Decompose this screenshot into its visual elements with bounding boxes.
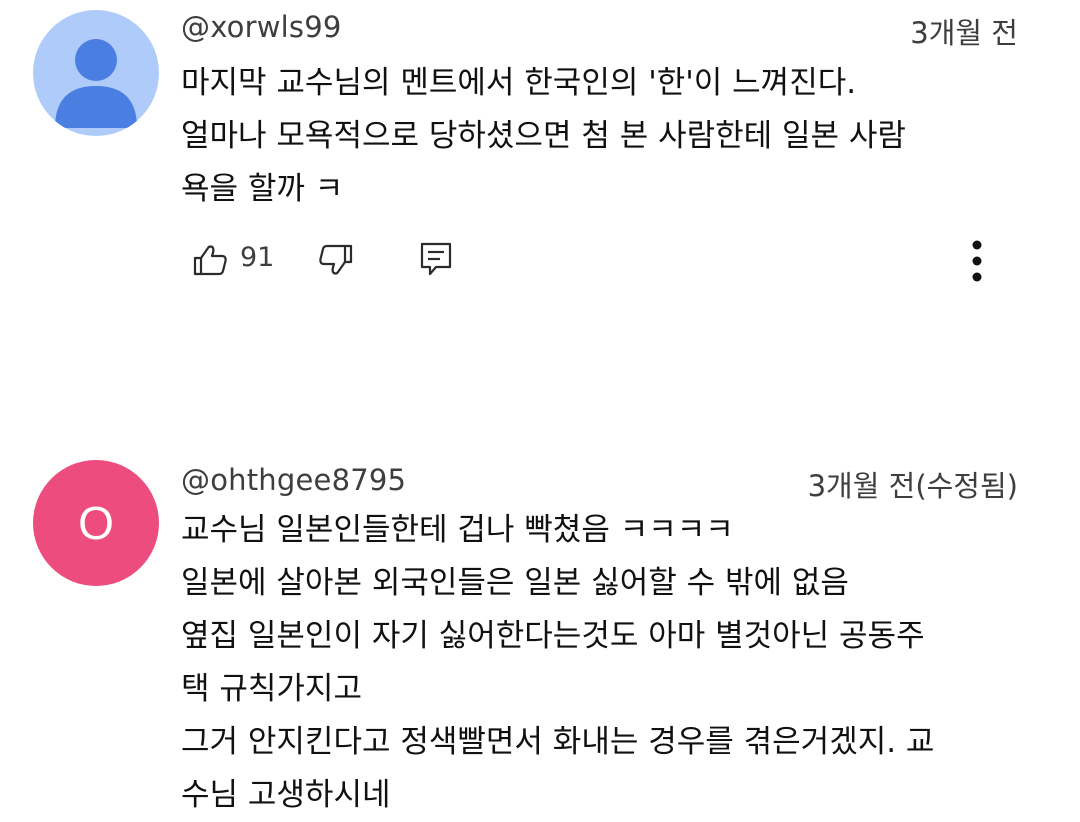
default-person-icon	[55, 39, 137, 128]
like-button[interactable]	[190, 240, 230, 280]
comment-text-line: 옆집 일본인이 자기 싫어한다는것도 아마 별것아닌 공동주	[181, 618, 925, 654]
more-vertical-icon	[972, 240, 982, 282]
comment-text: 마지막 교수님의 멘트에서 한국인의 '한'이 느껴진다. 얼마나 모욕적으로 …	[181, 57, 1051, 216]
avatar[interactable]: O	[33, 460, 159, 586]
comment-text-line: 일본에 살아본 외국인들은 일본 싫어할 수 밖에 없음	[181, 565, 849, 601]
comment-author[interactable]: @ohthgee8795	[181, 463, 406, 497]
comment-timestamp[interactable]: 3개월 전(수정됨)	[808, 463, 1018, 505]
comment-text-line: 그거 안지킨다고 정색빨면서 화내는 경우를 겪은거겠지. 교	[181, 724, 935, 760]
comment-text-line: 마지막 교수님의 멘트에서 한국인의 '한'이 느껴진다.	[181, 65, 857, 101]
dislike-button[interactable]	[316, 240, 356, 280]
comment-item: @xorwls99 3개월 전 마지막 교수님의 멘트에서 한국인의 '한'이 …	[0, 0, 1080, 330]
avatar[interactable]	[33, 10, 159, 136]
comment-text-line: 수님 고생하시네	[181, 777, 391, 813]
comment-author[interactable]: @xorwls99	[181, 10, 342, 44]
thumbs-up-icon	[193, 245, 227, 276]
comment-item: O @ohthgee8795 3개월 전(수정됨) 교수님 일본인들한테 겁나 …	[0, 455, 1080, 813]
avatar-letter: O	[78, 497, 114, 549]
thumbs-down-icon	[319, 244, 353, 275]
more-options-button[interactable]	[955, 236, 999, 286]
comment-timestamp[interactable]: 3개월 전	[910, 10, 1018, 52]
comment-text-line: 욕을 할까 ㅋ	[181, 171, 344, 207]
reply-icon	[420, 242, 452, 276]
reply-button[interactable]	[416, 239, 456, 279]
comment-text-line: 얼마나 모욕적으로 당하셨으면 첨 본 사람한테 일본 사람	[181, 118, 906, 154]
comment-text-line: 교수님 일본인들한테 겁나 빡쳤음 ㅋㅋㅋㅋ	[181, 512, 734, 548]
comment-text-line: 택 규칙가지고	[181, 671, 362, 707]
comment-action-bar: 91	[0, 230, 1080, 290]
comment-text: 교수님 일본인들한테 겁나 빡쳤음 ㅋㅋㅋㅋ 일본에 살아본 외국인들은 일본 …	[181, 504, 1051, 822]
like-count: 91	[240, 242, 275, 273]
